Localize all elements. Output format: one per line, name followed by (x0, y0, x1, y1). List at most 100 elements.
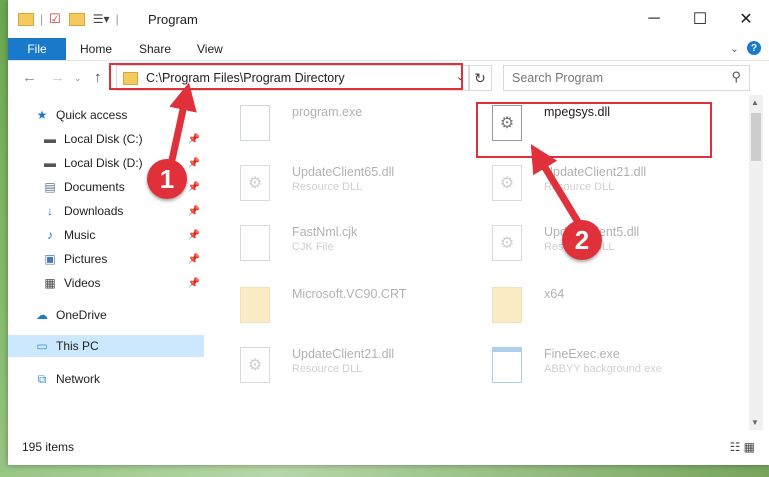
dll-icon: ⚙ (492, 225, 522, 261)
sidebar-item-local-disk-c[interactable]: ▬ Local Disk (C:) 📌 (8, 128, 204, 150)
sidebar-item-label: Quick access (56, 108, 128, 122)
properties-icon[interactable]: ☑ (49, 11, 61, 27)
sidebar-item-label: Downloads (64, 204, 124, 218)
file-name: FineExec.exe (544, 347, 620, 361)
folder-icon[interactable] (18, 12, 34, 26)
sidebar-item-label: Network (56, 372, 101, 386)
customize-icon[interactable]: ☰▾ (93, 12, 110, 26)
tab-share[interactable]: Share (139, 42, 171, 56)
sidebar-item-downloads[interactable]: ↓ Downloads 📌 (8, 200, 204, 222)
sidebar-item-this-pc[interactable]: ▭ This PC (8, 335, 204, 357)
close-button[interactable]: ✕ (723, 0, 769, 38)
refresh-button[interactable]: ↻ (468, 65, 492, 91)
file-highlight-box (476, 102, 712, 158)
navigation-pane: ★ Quick access ▬ Local Disk (C:) 📌 ▬ Loc… (8, 95, 204, 430)
ribbon-tabs: File Home Share View ⌄ ? (8, 38, 769, 61)
quick-access-toolbar: | ☑ ☰▾ | (18, 10, 125, 28)
recent-locations-icon[interactable]: ⌄ (74, 73, 82, 84)
search-box[interactable]: Search Program ⚲ (503, 65, 750, 91)
up-button[interactable]: ↑ (94, 69, 102, 86)
help-icon[interactable]: ? (747, 41, 761, 55)
drive-icon: ▬ (44, 156, 56, 170)
sidebar-item-videos[interactable]: ▦ Videos 📌 (8, 272, 204, 294)
pictures-icon: ▣ (44, 252, 56, 266)
file-name: UpdateClient65.dll (292, 165, 395, 179)
minimize-button[interactable]: ─ (631, 0, 677, 38)
sidebar-item-label: This PC (56, 339, 99, 353)
pin-icon[interactable]: 📌 (188, 182, 200, 193)
pc-icon: ▭ (36, 339, 48, 353)
sidebar-item-network[interactable]: ⧉ Network (8, 368, 204, 390)
star-icon: ★ (36, 108, 48, 122)
scroll-thumb[interactable] (751, 113, 761, 161)
pin-icon[interactable]: 📌 (188, 206, 200, 217)
downloads-icon: ↓ (47, 204, 53, 218)
documents-icon: ▤ (44, 180, 56, 194)
file-item[interactable]: FineExec.exe ABBYY background exe (474, 341, 714, 391)
file-item[interactable]: ⚙ UpdateClient21.dll Resource DLL (222, 341, 462, 391)
file-name: x64 (544, 287, 565, 301)
sidebar-item-music[interactable]: ♪ Music 📌 (8, 224, 204, 246)
exe-icon (240, 105, 270, 141)
search-input[interactable]: Search Program (512, 71, 603, 85)
file-name: UpdateClient21.dll (544, 165, 647, 179)
file-type: ABBYY background exe (544, 363, 662, 375)
dll-icon: ⚙ (240, 165, 270, 201)
address-highlight-box (109, 63, 463, 90)
file-item[interactable]: Microsoft.VC90.CRT (222, 281, 462, 331)
view-toggle-icons[interactable]: ☷ ▦ (730, 440, 755, 454)
tab-file[interactable]: File (8, 38, 66, 60)
sidebar-item-label: Local Disk (C:) (64, 132, 143, 146)
dll-icon: ⚙ (492, 165, 522, 201)
dll-icon: ⚙ (240, 347, 270, 383)
scroll-up-icon[interactable]: ▲ (751, 98, 759, 107)
status-bar: 195 items ☷ ▦ (8, 430, 769, 465)
file-item[interactable]: FastNml.cjk CJK File (222, 219, 462, 269)
pin-icon[interactable]: 📌 (188, 254, 200, 265)
window-title: Program (148, 12, 198, 27)
callout-2: 2 (562, 220, 602, 260)
onedrive-icon: ☁ (36, 308, 48, 322)
folder-icon (240, 287, 270, 323)
drive-icon: ▬ (44, 132, 56, 146)
file-item[interactable]: x64 (474, 281, 714, 331)
sidebar-item-onedrive[interactable]: ☁ OneDrive (8, 304, 204, 326)
new-folder-icon[interactable] (68, 12, 85, 26)
maximize-button[interactable]: ☐ (677, 0, 723, 38)
sidebar-item-pictures[interactable]: ▣ Pictures 📌 (8, 248, 204, 270)
tab-view[interactable]: View (197, 42, 223, 56)
separator: | (115, 12, 119, 26)
item-count: 195 items (22, 440, 75, 454)
file-item[interactable]: ⚙ UpdateClient21.dll Resource DLL (474, 159, 714, 209)
file-name: program.exe (292, 105, 363, 119)
sidebar-item-label: Videos (64, 276, 101, 290)
file-item[interactable]: ⚙ UpdateClient65.dll Resource DLL (222, 159, 462, 209)
file-icon (240, 225, 270, 261)
folder-icon (492, 287, 522, 323)
exe-icon (492, 347, 522, 383)
vertical-scrollbar[interactable]: ▲ ▼ (749, 95, 763, 430)
tab-home[interactable]: Home (80, 42, 112, 56)
expand-ribbon-icon[interactable]: ⌄ (730, 42, 739, 55)
file-item-program-exe[interactable]: program.exe (222, 99, 462, 149)
file-name: FastNml.cjk (292, 225, 358, 239)
network-icon: ⧉ (37, 371, 47, 386)
file-name: Microsoft.VC90.CRT (292, 287, 407, 301)
sidebar-item-quick-access[interactable]: ★ Quick access (8, 104, 204, 126)
callout-1: 1 (147, 159, 187, 199)
pin-icon[interactable]: 📌 (188, 158, 200, 169)
separator: | (40, 12, 44, 26)
scroll-down-icon[interactable]: ▼ (751, 418, 759, 427)
title-bar: | ☑ ☰▾ | Program ─ ☐ ✕ (8, 0, 769, 38)
sidebar-item-label: OneDrive (56, 308, 107, 322)
pin-icon[interactable]: 📌 (188, 134, 200, 145)
pin-icon[interactable]: 📌 (188, 278, 200, 289)
file-type: CJK File (292, 241, 334, 253)
file-type: Resource DLL (292, 363, 363, 375)
pin-icon[interactable]: 📌 (188, 230, 200, 241)
file-type: Resource DLL (292, 181, 363, 193)
forward-button[interactable]: → (50, 69, 65, 86)
search-icon[interactable]: ⚲ (731, 69, 741, 85)
back-button[interactable]: ← (22, 69, 37, 86)
file-type: Resource DLL (544, 181, 615, 193)
